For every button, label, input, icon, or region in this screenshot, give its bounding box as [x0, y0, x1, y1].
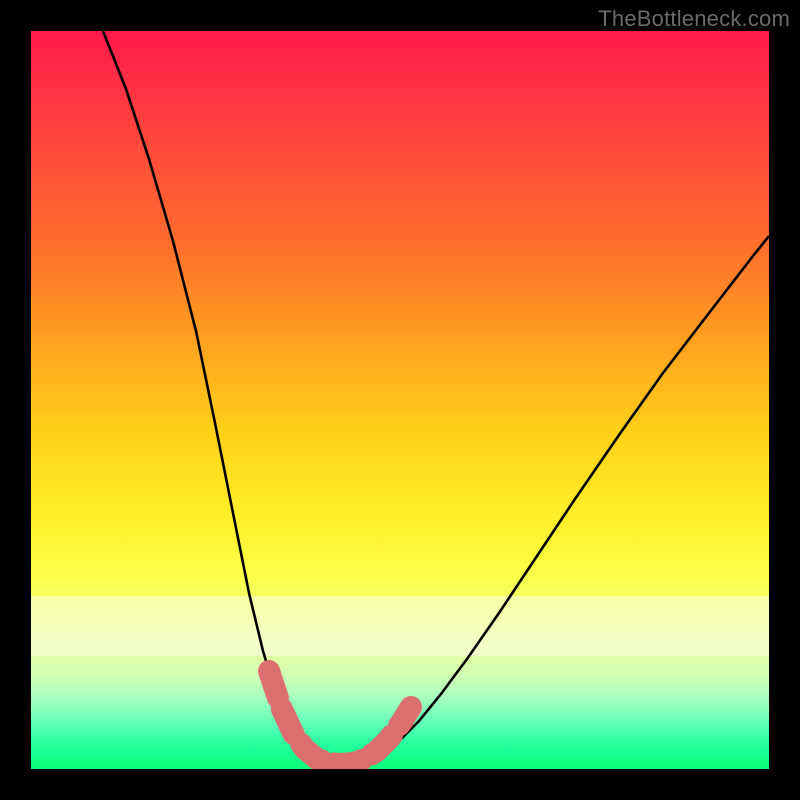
- pale-band: [31, 596, 769, 656]
- chart-frame: [31, 31, 769, 769]
- bottleneck-chart: [31, 31, 769, 769]
- watermark-text: TheBottleneck.com: [598, 6, 790, 32]
